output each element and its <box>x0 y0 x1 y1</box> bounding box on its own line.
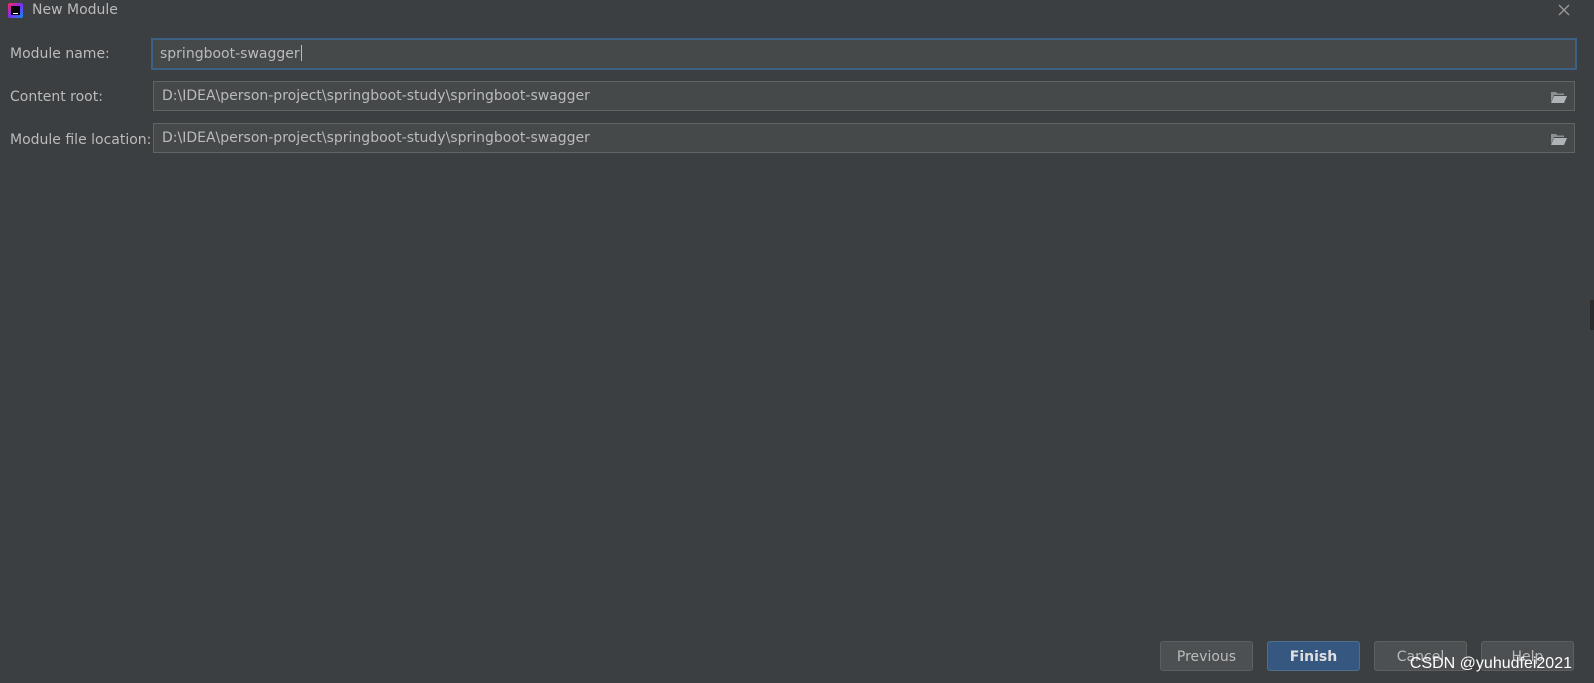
finish-button[interactable]: Finish <box>1267 641 1360 671</box>
module-file-location-browse-button[interactable] <box>1550 129 1568 145</box>
content-root-browse-button[interactable] <box>1550 87 1568 103</box>
new-module-dialog: New Module Module name: springboot-swagg… <box>0 0 1594 683</box>
module-name-label: Module name: <box>10 46 110 62</box>
window-edge <box>1590 300 1594 330</box>
watermark: CSDN @yuhudfei2021 <box>1409 655 1572 672</box>
folder-open-icon <box>1551 134 1567 145</box>
previous-button[interactable]: Previous <box>1160 641 1253 671</box>
module-file-location-input[interactable]: D:\IDEA\person-project\springboot-study\… <box>153 123 1575 153</box>
module-file-location-label: Module file location: <box>10 132 152 148</box>
module-name-input[interactable]: springboot-swagger <box>151 38 1577 70</box>
dialog-title: New Module <box>32 2 118 18</box>
module-name-value: springboot-swagger <box>160 46 300 62</box>
close-icon <box>1558 4 1570 16</box>
module-file-location-value: D:\IDEA\person-project\springboot-study\… <box>162 130 590 146</box>
text-caret <box>300 45 302 61</box>
folder-open-icon <box>1551 92 1567 103</box>
title-bar: New Module <box>0 0 1594 22</box>
content-root-value: D:\IDEA\person-project\springboot-study\… <box>162 88 590 104</box>
intellij-idea-icon <box>8 3 23 18</box>
content-root-label: Content root: <box>10 89 103 105</box>
close-button[interactable] <box>1554 0 1574 20</box>
dialog-footer: Previous Finish Cancel Help <box>0 633 1594 683</box>
content-root-input[interactable]: D:\IDEA\person-project\springboot-study\… <box>153 81 1575 111</box>
